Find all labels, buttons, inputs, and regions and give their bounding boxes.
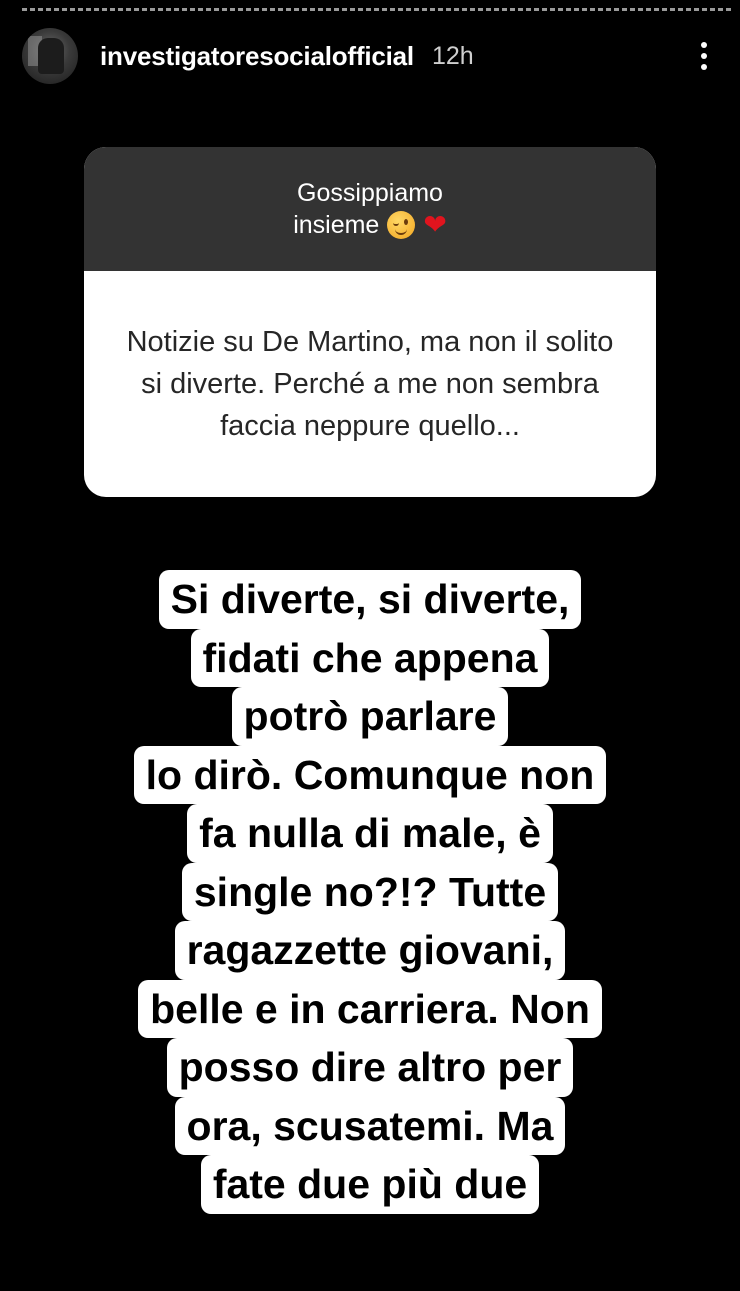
answer-line: belle e in carriera. Non [138,979,602,1038]
timestamp: 12h [431,41,474,70]
question-prompt-line2: insieme [293,211,380,239]
answer-text-block: Si diverte, si diverte, fidati che appen… [0,570,740,1214]
winking-face-icon [387,211,416,239]
answer-line: potrò parlare [231,687,509,746]
story-progress-bar [22,8,732,12]
question-sticker-header: Gossippiamo insieme ❤ [84,147,656,271]
red-heart-icon: ❤ [423,209,447,240]
answer-line: ragazzette giovani, [174,921,566,980]
avatar[interactable] [22,28,78,84]
answer-line: single no?!? Tutte [181,862,559,921]
answer-line: fidati che appena [190,628,550,687]
answer-line: Si diverte, si diverte, [158,570,582,629]
answer-line: posso dire altro per [166,1038,574,1097]
answer-line: ora, scusatemi. Ma [174,1096,566,1155]
answer-line: fate due più due [200,1155,540,1214]
answer-line: lo dirò. Comunque non [133,745,607,804]
question-sticker: Gossippiamo insieme ❤ Notizie su De Mart… [84,147,656,497]
question-text: Notizie su De Martino, ma non il solito … [126,326,614,442]
answer-line: fa nulla di male, è [187,804,553,863]
progress-segment [22,8,732,11]
username[interactable]: investigatoresocialofficial [100,41,414,72]
story-header: investigatoresocialofficial 12h [22,26,716,86]
question-prompt-line1: Gossippiamo [297,179,443,207]
more-vertical-icon[interactable] [692,36,716,76]
